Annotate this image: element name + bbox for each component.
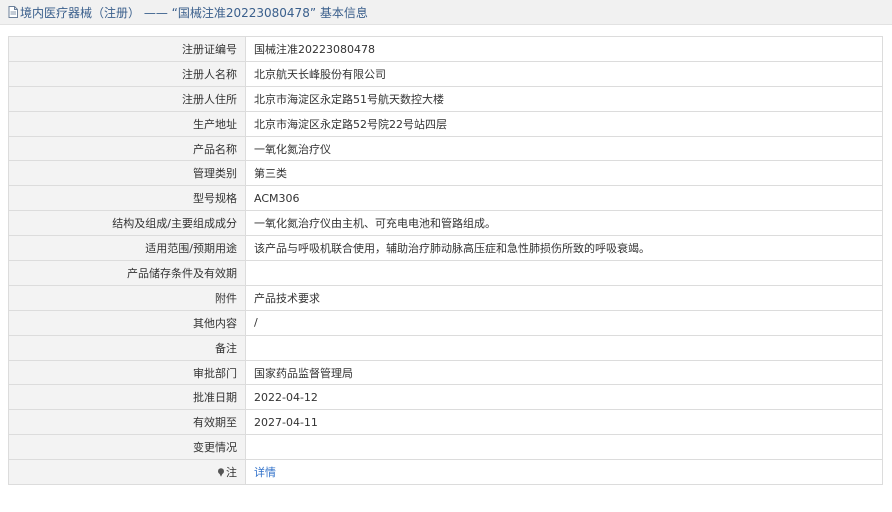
row-label-text: 注册人住所 xyxy=(182,92,237,106)
row-label-text: 结构及组成/主要组成成分 xyxy=(112,217,237,231)
row-label-model-spec: 型号规格 xyxy=(8,185,246,212)
row-label-structure: 结构及组成/主要组成成分 xyxy=(8,210,246,237)
row-label-text: 生产地址 xyxy=(193,117,237,131)
row-label-reg-no: 注册证编号 xyxy=(8,36,246,62)
row-value-registrant-address: 北京市海淀区永定路51号航天数控大楼 xyxy=(245,85,883,112)
table-row-registrant-address: 注册人住所 北京市海淀区永定路51号航天数控大楼 xyxy=(8,85,883,112)
row-label-other: 其他内容 xyxy=(8,309,246,336)
row-label-note: 注 xyxy=(8,459,246,486)
table-row-production-address: 生产地址 北京市海淀区永定路52号院22号站四层 xyxy=(8,110,883,137)
row-value-change-status xyxy=(245,434,883,461)
row-label-text: 审批部门 xyxy=(193,366,237,380)
row-label-text: 附件 xyxy=(215,291,237,305)
table-row-approval-dept: 审批部门 国家药品监督管理局 xyxy=(8,359,883,386)
row-value-production-address: 北京市海淀区永定路52号院22号站四层 xyxy=(245,110,883,137)
row-label-scope: 适用范围/预期用途 xyxy=(8,235,246,262)
row-label-remarks: 备注 xyxy=(8,334,246,361)
info-table: 注册证编号 国械注准20223080478 注册人名称 北京航天长峰股份有限公司 注册人… xyxy=(8,36,883,486)
table-row-remarks: 备注 xyxy=(8,334,883,361)
page-header: 境内医疗器械（注册） —— “国械注准20223080478” 基本信息 xyxy=(0,0,892,25)
row-value-text: 北京航天长峰股份有限公司 xyxy=(254,67,386,81)
row-label-text: 注册证编号 xyxy=(182,42,237,56)
row-value-other: / xyxy=(245,309,883,336)
row-label-text: 有效期至 xyxy=(193,416,237,430)
row-value-scope: 该产品与呼吸机联合使用，辅助治疗肺动脉高压症和急性肺损伤所致的呼吸衰竭。 xyxy=(245,235,883,262)
table-row-structure: 结构及组成/主要组成成分 一氧化氮治疗仪由主机、可充电电池和管路组成。 xyxy=(8,210,883,237)
row-value-text: 北京市海淀区永定路51号航天数控大楼 xyxy=(254,92,444,106)
row-value-registrant-name: 北京航天长峰股份有限公司 xyxy=(245,60,883,87)
table-row-attachment: 附件 产品技术要求 xyxy=(8,284,883,311)
table-row-registrant-name: 注册人名称 北京航天长峰股份有限公司 xyxy=(8,60,883,87)
row-label-approval-date: 批准日期 xyxy=(8,384,246,411)
row-label-text: 注 xyxy=(226,466,237,480)
document-icon xyxy=(8,6,18,18)
row-label-storage: 产品储存条件及有效期 xyxy=(8,260,246,286)
row-value-product-name: 一氧化氮治疗仪 xyxy=(245,135,883,162)
row-label-management-class: 管理类别 xyxy=(8,160,246,187)
row-value-attachment: 产品技术要求 xyxy=(245,284,883,311)
row-label-text: 产品名称 xyxy=(193,142,237,156)
table-row-scope: 适用范围/预期用途 该产品与呼吸机联合使用，辅助治疗肺动脉高压症和急性肺损伤所致的… xyxy=(8,235,883,262)
row-label-valid-until: 有效期至 xyxy=(8,409,246,436)
row-label-text: 变更情况 xyxy=(193,441,237,455)
row-value-text: 国家药品监督管理局 xyxy=(254,366,353,380)
row-value-text: 国械注准20223080478 xyxy=(254,42,375,56)
row-value-text: 产品技术要求 xyxy=(254,291,320,305)
row-label-text: 批准日期 xyxy=(193,391,237,405)
pin-icon xyxy=(218,468,224,477)
row-value-text: 该产品与呼吸机联合使用，辅助治疗肺动脉高压症和急性肺损伤所致的呼吸衰竭。 xyxy=(254,242,650,256)
row-value-model-spec: ACM306 xyxy=(245,185,883,212)
row-value-text: 一氧化氮治疗仪由主机、可充电电池和管路组成。 xyxy=(254,217,496,231)
row-label-approval-dept: 审批部门 xyxy=(8,359,246,386)
row-value-text: 2027-04-11 xyxy=(254,415,318,429)
row-value-reg-no: 国械注准20223080478 xyxy=(245,36,883,62)
row-label-text: 型号规格 xyxy=(193,192,237,206)
table-row-valid-until: 有效期至 2027-04-11 xyxy=(8,409,883,436)
row-label-change-status: 变更情况 xyxy=(8,434,246,461)
row-label-text: 适用范围/预期用途 xyxy=(145,242,237,256)
row-label-registrant-address: 注册人住所 xyxy=(8,85,246,112)
row-value-text: 第三类 xyxy=(254,167,287,181)
table-row-other: 其他内容 / xyxy=(8,309,883,336)
row-value-management-class: 第三类 xyxy=(245,160,883,187)
table-row-note: 注 详情 xyxy=(8,459,883,486)
table-row-change-status: 变更情况 xyxy=(8,434,883,461)
row-label-attachment: 附件 xyxy=(8,284,246,311)
table-row-reg-no: 注册证编号 国械注准20223080478 xyxy=(8,36,883,62)
table-row-model-spec: 型号规格 ACM306 xyxy=(8,185,883,212)
table-row-storage: 产品储存条件及有效期 xyxy=(8,260,883,286)
row-label-text: 管理类别 xyxy=(193,167,237,181)
row-value-text: 一氧化氮治疗仪 xyxy=(254,142,331,156)
table-row-management-class: 管理类别 第三类 xyxy=(8,160,883,187)
row-label-product-name: 产品名称 xyxy=(8,135,246,162)
row-label-text: 产品储存条件及有效期 xyxy=(127,266,237,280)
row-value-text: 北京市海淀区永定路52号院22号站四层 xyxy=(254,117,447,131)
table-row-approval-date: 批准日期 2022-04-12 xyxy=(8,384,883,411)
details-link[interactable]: 详情 xyxy=(254,466,276,479)
row-value-text: 2022-04-12 xyxy=(254,390,318,404)
row-label-text: 注册人名称 xyxy=(182,67,237,81)
row-value-structure: 一氧化氮治疗仪由主机、可充电电池和管路组成。 xyxy=(245,210,883,237)
row-label-registrant-name: 注册人名称 xyxy=(8,60,246,87)
row-value-storage xyxy=(245,260,883,286)
row-label-text: 其他内容 xyxy=(193,316,237,330)
row-label-production-address: 生产地址 xyxy=(8,110,246,137)
row-value-approval-dept: 国家药品监督管理局 xyxy=(245,359,883,386)
info-table-container: 注册证编号 国械注准20223080478 注册人名称 北京航天长峰股份有限公司 注册人… xyxy=(8,36,883,486)
row-label-text: 备注 xyxy=(215,341,237,355)
table-row-product-name: 产品名称 一氧化氮治疗仪 xyxy=(8,135,883,162)
page-title: 境内医疗器械（注册） —— “国械注准20223080478” 基本信息 xyxy=(20,5,368,20)
row-value-text: ACM306 xyxy=(254,191,300,205)
row-value-valid-until: 2027-04-11 xyxy=(245,409,883,436)
row-value-remarks xyxy=(245,334,883,361)
row-value-approval-date: 2022-04-12 xyxy=(245,384,883,411)
row-value-text: / xyxy=(254,316,258,330)
row-value-note[interactable]: 详情 xyxy=(245,459,883,486)
